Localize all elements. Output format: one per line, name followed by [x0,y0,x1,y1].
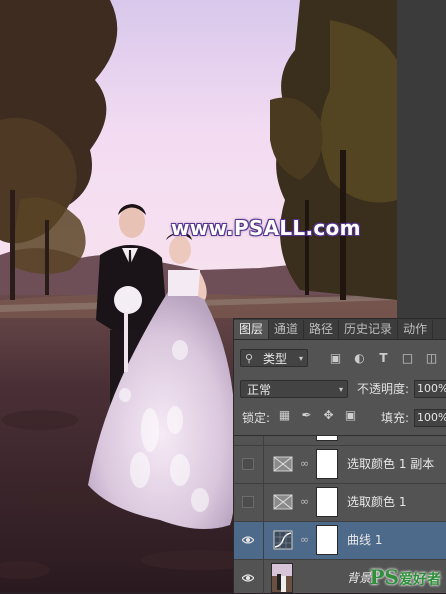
lock-paint-brush-icon[interactable]: ✒ [300,409,313,422]
canvas-edge [397,0,446,318]
adjustment-filter-icon[interactable]: ◐ [353,352,366,365]
curves-adjustment-icon [273,530,293,550]
smart-object-filter-icon[interactable]: ◫ [425,352,438,365]
layer-row[interactable]: ∞ 选取颜色 1 [234,484,446,522]
selective-color-adjustment-icon [273,494,293,510]
lock-row: 锁定: ▦ ✒ ✥ ▣ 填充: 100% [234,407,446,429]
eye-icon[interactable] [242,572,254,584]
layer-mask-thumbnail [316,436,338,441]
type-filter-icon[interactable]: T [377,352,390,365]
site-logo-badge: PS爱好者 [370,566,441,591]
blend-row: 正常 ▾ 不透明度: 100% [234,378,446,400]
layer-name: 背景 [347,571,372,585]
lock-all-padlock-icon[interactable]: ▣ [344,409,357,422]
lock-transparent-icon[interactable]: ▦ [278,409,291,422]
divider [263,522,264,559]
fill-label: 填充: [381,411,410,425]
layer-row-selected[interactable]: ∞ 曲线 1 [234,522,446,560]
search-icon: ⚲ [245,352,254,365]
shape-filter-icon[interactable]: □ [401,352,414,365]
chevron-down-icon: ▾ [338,385,343,394]
logo-ps: PS [369,565,399,589]
layer-mask-thumbnail [316,487,338,517]
layers-panel: 图层 通道 路径 历史记录 动作 ⚲ 类型 ▾ ▣ ◐ T □ ◫ 正常 ▾ 不… [233,318,446,594]
layer-filter-select[interactable]: ⚲ 类型 ▾ [240,349,308,367]
link-chain-icon[interactable]: ∞ [300,533,309,547]
layer-filter-row: ⚲ 类型 ▾ ▣ ◐ T □ ◫ [234,347,446,369]
fill-field[interactable]: 100% [414,409,446,427]
layer-mask-thumbnail [316,525,338,555]
visibility-toggle-off[interactable] [242,458,254,470]
layer-name: 曲线 1 [347,533,383,547]
logo-cn: 爱好者 [399,572,441,588]
background-thumbnail [271,563,293,593]
selective-color-adjustment-icon [273,456,293,472]
tab-paths[interactable]: 路径 [304,320,340,339]
layer-name: 选取颜色 1 [347,495,407,509]
lock-position-move-icon[interactable]: ✥ [322,409,335,422]
divider [263,484,264,521]
tab-history[interactable]: 历史记录 [339,320,399,339]
divider [263,560,264,594]
image-filter-icon[interactable]: ▣ [329,352,342,365]
panel-tabs: 图层 通道 路径 历史记录 动作 [234,319,446,340]
lock-label: 锁定: [242,411,271,425]
opacity-field[interactable]: 100% [414,380,446,398]
divider [263,446,264,483]
layer-mask-thumbnail [316,449,338,479]
link-chain-icon[interactable]: ∞ [300,457,309,471]
layer-row[interactable]: ∞ 选取颜色 1 副本 [234,446,446,484]
link-chain-icon[interactable]: ∞ [300,495,309,509]
blend-mode-select[interactable]: 正常 ▾ [240,380,348,398]
blend-mode-value: 正常 [247,383,272,397]
divider [263,436,264,445]
chevron-down-icon: ▾ [298,354,303,363]
tab-layers[interactable]: 图层 [234,320,270,339]
visibility-toggle-off[interactable] [242,496,254,508]
watermark-text: www.PSALL.com [171,216,361,240]
eye-icon[interactable] [242,534,254,546]
layer-row-partial[interactable] [234,436,446,446]
filter-kind-label: 类型 [263,352,288,366]
tab-actions[interactable]: 动作 [398,320,434,339]
layer-name: 选取颜色 1 副本 [347,457,435,471]
opacity-label: 不透明度: [357,382,410,396]
tab-channels[interactable]: 通道 [269,320,305,339]
